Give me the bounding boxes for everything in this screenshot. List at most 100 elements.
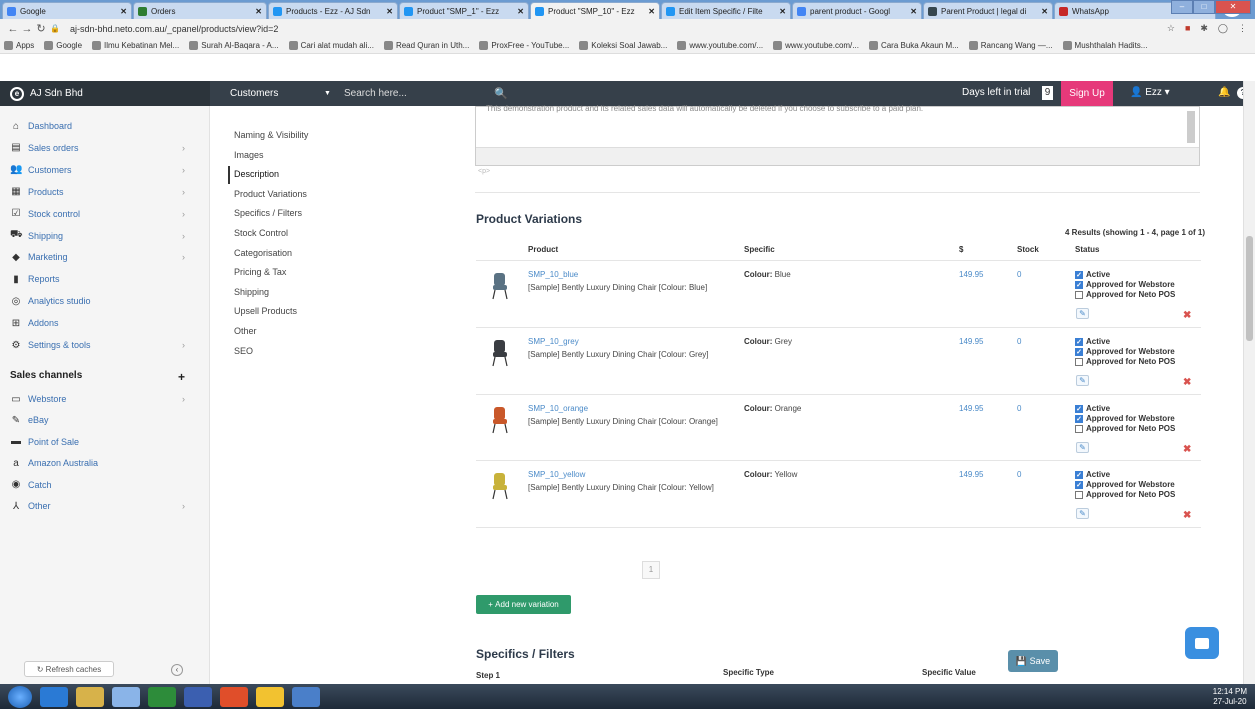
sidebar-item-dashboard[interactable]: ⌂ Dashboard: [10, 118, 195, 134]
variation-price[interactable]: 149.95: [959, 337, 983, 346]
status-active-checkbox[interactable]: ✓ Active: [1075, 270, 1110, 279]
tab-close-icon[interactable]: ✕: [255, 7, 262, 16]
scrollbar-thumb[interactable]: [1246, 236, 1253, 341]
taskbar-excel-icon[interactable]: [148, 686, 176, 707]
user-menu[interactable]: 👤 Ezz ▾: [1130, 87, 1170, 98]
section-nav-item[interactable]: SEO: [234, 346, 253, 356]
sidebar-channel-ebay[interactable]: ✎ eBay: [10, 412, 195, 428]
sidebar-channel-webstore[interactable]: ▭ Webstore ›: [10, 391, 195, 407]
browser-tab[interactable]: Product "SMP_10" - Ezz ✕: [530, 2, 660, 19]
status-webstore-checkbox[interactable]: ✓ Approved for Webstore: [1075, 480, 1175, 489]
sidebar-item-products[interactable]: ▦ Products ›: [10, 184, 195, 200]
bookmark-item[interactable]: Rancang Wang —...: [968, 41, 1053, 50]
delete-icon[interactable]: ✖: [1183, 444, 1191, 455]
bookmark-item[interactable]: Ilmu Kebatinan Mel...: [92, 41, 179, 50]
status-active-checkbox[interactable]: ✓ Active: [1075, 404, 1110, 413]
browser-tab[interactable]: parent product - Googl ✕: [792, 2, 922, 19]
close-window-button[interactable]: ✕: [1215, 0, 1251, 14]
delete-icon[interactable]: ✖: [1183, 310, 1191, 321]
bookmark-item[interactable]: Read Quran in Uth...: [383, 41, 469, 50]
taskbar-explorer-icon[interactable]: [76, 686, 104, 707]
section-nav-item[interactable]: Stock Control: [234, 228, 288, 238]
sign-up-button[interactable]: Sign Up: [1061, 81, 1113, 106]
taskbar-folder-icon[interactable]: [256, 686, 284, 707]
status-active-checkbox[interactable]: ✓ Active: [1075, 470, 1110, 479]
bookmark-item[interactable]: Mushthalah Hadits...: [1062, 41, 1147, 50]
description-text[interactable]: This demonstration product and its relat…: [486, 104, 1086, 113]
maximize-button[interactable]: □: [1193, 0, 1215, 14]
variation-price[interactable]: 149.95: [959, 404, 983, 413]
status-webstore-checkbox[interactable]: ✓ Approved for Webstore: [1075, 347, 1175, 356]
description-editor[interactable]: This demonstration product and its relat…: [475, 104, 1200, 166]
sidebar-item-reports[interactable]: ▮ Reports: [10, 271, 195, 287]
browser-tab[interactable]: Products - Ezz - AJ Sdn ✕: [268, 2, 398, 19]
section-nav-item[interactable]: Other: [234, 326, 257, 336]
browser-tab[interactable]: Edit Item Specific / Filte ✕: [661, 2, 791, 19]
tab-close-icon[interactable]: ✕: [386, 7, 393, 16]
search-input[interactable]: Search here...: [344, 88, 494, 99]
browser-tab[interactable]: Parent Product | legal di ✕: [923, 2, 1053, 19]
tab-close-icon[interactable]: ✕: [120, 7, 127, 16]
tab-close-icon[interactable]: ✕: [910, 7, 917, 16]
browser-tab[interactable]: Orders ✕: [133, 2, 267, 19]
taskbar-photos-icon[interactable]: [292, 686, 320, 707]
variation-stock[interactable]: 0: [1017, 337, 1021, 346]
editor-scrollbar[interactable]: [1187, 111, 1195, 143]
variation-stock[interactable]: 0: [1017, 404, 1021, 413]
delete-icon[interactable]: ✖: [1183, 377, 1191, 388]
bookmark-item[interactable]: www.youtube.com/...: [773, 41, 859, 50]
bookmark-item[interactable]: Apps: [4, 41, 34, 50]
variation-sku-link[interactable]: SMP_10_yellow: [528, 470, 585, 479]
variation-price[interactable]: 149.95: [959, 270, 983, 279]
variation-price[interactable]: 149.95: [959, 470, 983, 479]
search-icon[interactable]: 🔍: [494, 87, 508, 100]
section-nav-item[interactable]: Naming & Visibility: [234, 130, 308, 140]
sidebar-item-marketing[interactable]: ◆ Marketing ›: [10, 249, 195, 265]
section-nav-item[interactable]: Description: [234, 169, 279, 179]
section-nav-item[interactable]: Upsell Products: [234, 306, 297, 316]
menu-icon[interactable]: ⋮: [1238, 23, 1247, 34]
status-pos-checkbox[interactable]: Approved for Neto POS: [1075, 490, 1175, 499]
add-new-variation-button[interactable]: + Add new variation: [476, 595, 571, 614]
taskbar-ie-icon[interactable]: [40, 686, 68, 707]
taskbar-notepad-icon[interactable]: [112, 686, 140, 707]
reload-icon[interactable]: ↻: [34, 22, 48, 35]
tab-close-icon[interactable]: ✕: [648, 7, 655, 16]
bookmark-item[interactable]: Google: [44, 41, 82, 50]
sidebar-item-sales-orders[interactable]: ▤ Sales orders ›: [10, 140, 195, 156]
section-nav-item[interactable]: Images: [234, 150, 264, 160]
tab-close-icon[interactable]: ✕: [1041, 7, 1048, 16]
puzzle-icon[interactable]: ✱: [1200, 23, 1208, 34]
search-scope-select[interactable]: Customers: [230, 88, 320, 99]
bookmark-item[interactable]: Cara Buka Akaun M...: [868, 41, 959, 50]
status-pos-checkbox[interactable]: Approved for Neto POS: [1075, 357, 1175, 366]
minimize-button[interactable]: –: [1171, 0, 1193, 14]
sidebar-channel-point-of-sale[interactable]: ▬ Point of Sale: [10, 434, 195, 450]
page-scrollbar[interactable]: [1243, 81, 1255, 684]
status-pos-checkbox[interactable]: Approved for Neto POS: [1075, 424, 1175, 433]
bell-icon[interactable]: 🔔: [1218, 87, 1230, 98]
sidebar-channel-catch[interactable]: ◉ Catch: [10, 477, 195, 493]
section-nav-item[interactable]: Specifics / Filters: [234, 208, 302, 218]
variation-stock[interactable]: 0: [1017, 270, 1021, 279]
variation-stock[interactable]: 0: [1017, 470, 1021, 479]
delete-icon[interactable]: ✖: [1183, 510, 1191, 521]
clock[interactable]: 12:14 PM 27-Jul-20: [1213, 687, 1247, 707]
section-nav-item[interactable]: Categorisation: [234, 248, 292, 258]
section-nav-item[interactable]: Product Variations: [234, 189, 307, 199]
sidebar-channel-other[interactable]: ⅄ Other ›: [10, 498, 195, 514]
bookmark-item[interactable]: www.youtube.com/...: [677, 41, 763, 50]
sidebar-item-addons[interactable]: ⊞ Addons: [10, 315, 195, 331]
bookmark-item[interactable]: Surah Al-Baqara - A...: [189, 41, 279, 50]
bookmark-item[interactable]: Koleksi Soal Jawab...: [579, 41, 667, 50]
start-button[interactable]: [8, 685, 32, 708]
edit-icon[interactable]: ✎: [1076, 508, 1089, 519]
url-field[interactable]: aj-sdn-bhd.neto.com.au/_cpanel/products/…: [70, 24, 278, 34]
sidebar-channel-amazon-australia[interactable]: a Amazon Australia: [10, 455, 195, 471]
section-nav-item[interactable]: Shipping: [234, 287, 269, 297]
status-webstore-checkbox[interactable]: ✓ Approved for Webstore: [1075, 280, 1175, 289]
back-icon[interactable]: ←: [6, 23, 20, 35]
taskbar-chrome-icon[interactable]: [220, 686, 248, 707]
sidebar-item-stock-control[interactable]: ☑ Stock control ›: [10, 206, 195, 222]
brand[interactable]: e AJ Sdn Bhd: [0, 81, 210, 106]
